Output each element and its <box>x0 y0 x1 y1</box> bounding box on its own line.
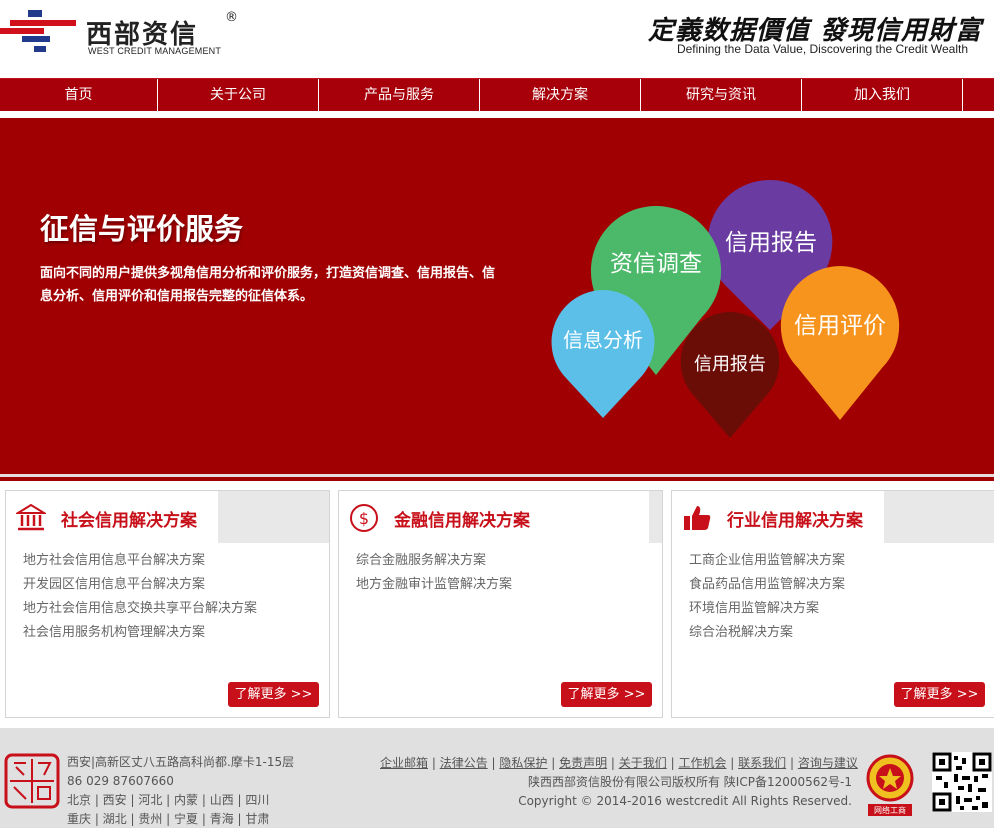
badge-label: 网络工商 <box>874 805 906 815</box>
footer-link-disclaimer[interactable]: 免责声明 <box>559 756 607 770</box>
footer-link-feedback[interactable]: 咨询与建议 <box>798 756 858 770</box>
nav-item-solutions[interactable]: 解决方案 <box>480 79 641 112</box>
dollar-icon: $ <box>350 504 378 532</box>
thumbs-up-icon <box>684 506 711 530</box>
banner-description: 面向不同的用户提供多视角信用分析和评价服务，打造资信调查、信用报告、信息分析、信… <box>40 266 496 304</box>
list-item[interactable]: 环境信用监管解决方案 <box>689 597 845 621</box>
card-social-credit: 社会信用解决方案 地方社会信用信息平台解决方案 开发园区信用信息平台解决方案 地… <box>5 490 330 718</box>
bubble-info-analysis: 信息分析 <box>551 290 655 418</box>
footer-link-jobs[interactable]: 工作机会 <box>678 756 726 770</box>
card-header: 社会信用解决方案 <box>6 491 329 543</box>
site-header: 西部资信 ® WEST CREDIT MANAGEMENT 定義数据價值 發現信… <box>0 0 994 78</box>
phone-line: 86 029 87607660 <box>67 774 174 788</box>
bubble-label: 信用报告 <box>694 354 766 375</box>
main-nav: 首页 关于公司 产品与服务 解决方案 研究与资讯 加入我们 <box>0 78 994 112</box>
footer-links: 企业邮箱 | 法律公告 | 隐私保护 | 免责声明 | 关于我们 | 工作机会 … <box>380 756 858 770</box>
address-block: 西安|高新区丈八五路高科尚都.摩卡1-15层 86 029 87607660 北… <box>67 753 294 829</box>
card-title: 社会信用解决方案 <box>61 511 197 531</box>
footer-link-email[interactable]: 企业邮箱 <box>380 756 428 770</box>
card-header: $ 金融信用解决方案 <box>339 491 662 543</box>
solutions-section: 社会信用解决方案 地方社会信用信息平台解决方案 开发园区信用信息平台解决方案 地… <box>0 490 994 722</box>
list-item[interactable]: 食品药品信用监管解决方案 <box>689 573 845 597</box>
service-bubbles: 信用报告 资信调查 信用评价 信用报告 信息分析 <box>551 179 900 438</box>
footer-link-about[interactable]: 关于我们 <box>619 756 667 770</box>
nav-item-home[interactable]: 首页 <box>0 79 158 112</box>
nav-item-about[interactable]: 关于公司 <box>158 79 319 112</box>
bubble-label: 资信调查 <box>610 251 702 277</box>
list-item[interactable]: 工商企业信用监管解决方案 <box>689 549 845 573</box>
banner-title: 征信与评价服务 <box>40 212 244 246</box>
bubble-label: 信用评价 <box>794 313 886 339</box>
nav-item-join[interactable]: 加入我们 <box>802 79 963 112</box>
card-list: 综合金融服务解决方案 地方金融审计监管解决方案 <box>356 549 512 597</box>
card-list: 地方社会信用信息平台解决方案 开发园区信用信息平台解决方案 地方社会信用信息交换… <box>23 549 257 645</box>
business-license-badge-icon[interactable]: 网络工商 <box>864 752 916 818</box>
learn-more-button[interactable]: 了解更多 >> <box>228 682 319 707</box>
card-industry-credit: 行业信用解决方案 工商企业信用监管解决方案 食品药品信用监管解决方案 环境信用监… <box>671 490 994 718</box>
card-title: 金融信用解决方案 <box>394 511 530 531</box>
svg-text:$: $ <box>359 509 369 528</box>
company-seal-icon <box>4 753 60 809</box>
branches-line: 北京 | 西安 | 河北 | 内蒙 | 山西 | 四川 <box>67 793 270 807</box>
bank-icon <box>16 503 46 531</box>
list-item[interactable]: 综合金融服务解决方案 <box>356 549 512 573</box>
list-item[interactable]: 地方社会信用信息交换共享平台解决方案 <box>23 597 257 621</box>
footer-link-privacy[interactable]: 隐私保护 <box>499 756 547 770</box>
list-item[interactable]: 开发园区信用信息平台解决方案 <box>23 573 257 597</box>
list-item[interactable]: 地方金融审计监管解决方案 <box>356 573 512 597</box>
card-list: 工商企业信用监管解决方案 食品药品信用监管解决方案 环境信用监管解决方案 综合治… <box>689 549 845 645</box>
nav-item-research[interactable]: 研究与资讯 <box>641 79 802 112</box>
learn-more-button[interactable]: 了解更多 >> <box>561 682 652 707</box>
list-item[interactable]: 社会信用服务机构管理解决方案 <box>23 621 257 645</box>
site-footer: 西安|高新区丈八五路高科尚都.摩卡1-15层 86 029 87607660 北… <box>0 728 994 828</box>
footer-link-legal[interactable]: 法律公告 <box>440 756 488 770</box>
bubble-label: 信息分析 <box>563 328 643 352</box>
list-item[interactable]: 综合治税解决方案 <box>689 621 845 645</box>
footer-link-contact[interactable]: 联系我们 <box>738 756 786 770</box>
bubble-credit-rating: 信用评价 <box>780 266 900 420</box>
slogan-english: Defining the Data Value, Discovering the… <box>676 42 968 56</box>
learn-more-button[interactable]: 了解更多 >> <box>894 682 985 707</box>
bubble-label: 信用报告 <box>725 230 817 256</box>
nav-item-products[interactable]: 产品与服务 <box>319 79 480 112</box>
card-financial-credit: $ 金融信用解决方案 综合金融服务解决方案 地方金融审计监管解决方案 了解更多 … <box>338 490 663 718</box>
bubble-credit-report-2: 信用报告 <box>680 312 780 438</box>
card-title: 行业信用解决方案 <box>727 511 863 531</box>
company-notice: 陕西西部资信股份有限公司版权所有 陕ICP备12000562号-1 <box>527 775 852 789</box>
card-header: 行业信用解决方案 <box>672 491 994 543</box>
qr-code-icon <box>932 752 992 812</box>
logo-mark-icon <box>0 10 76 52</box>
banner-bottom-line <box>0 474 994 481</box>
registered-mark: ® <box>225 10 238 25</box>
branches-line: 重庆 | 湖北 | 贵州 | 宁夏 | 青海 | 甘肃 <box>67 812 270 826</box>
address-line: 西安|高新区丈八五路高科尚都.摩卡1-15层 <box>67 755 295 769</box>
logo[interactable]: 西部资信 ® WEST CREDIT MANAGEMENT <box>0 8 240 56</box>
copyright-text: Copyright © 2014-2016 westcredit All Rig… <box>518 794 852 808</box>
copyright-block: 陕西西部资信股份有限公司版权所有 陕ICP备12000562号-1 Copyri… <box>518 773 852 811</box>
logo-english: WEST CREDIT MANAGEMENT <box>88 46 222 56</box>
list-item[interactable]: 地方社会信用信息平台解决方案 <box>23 549 257 573</box>
